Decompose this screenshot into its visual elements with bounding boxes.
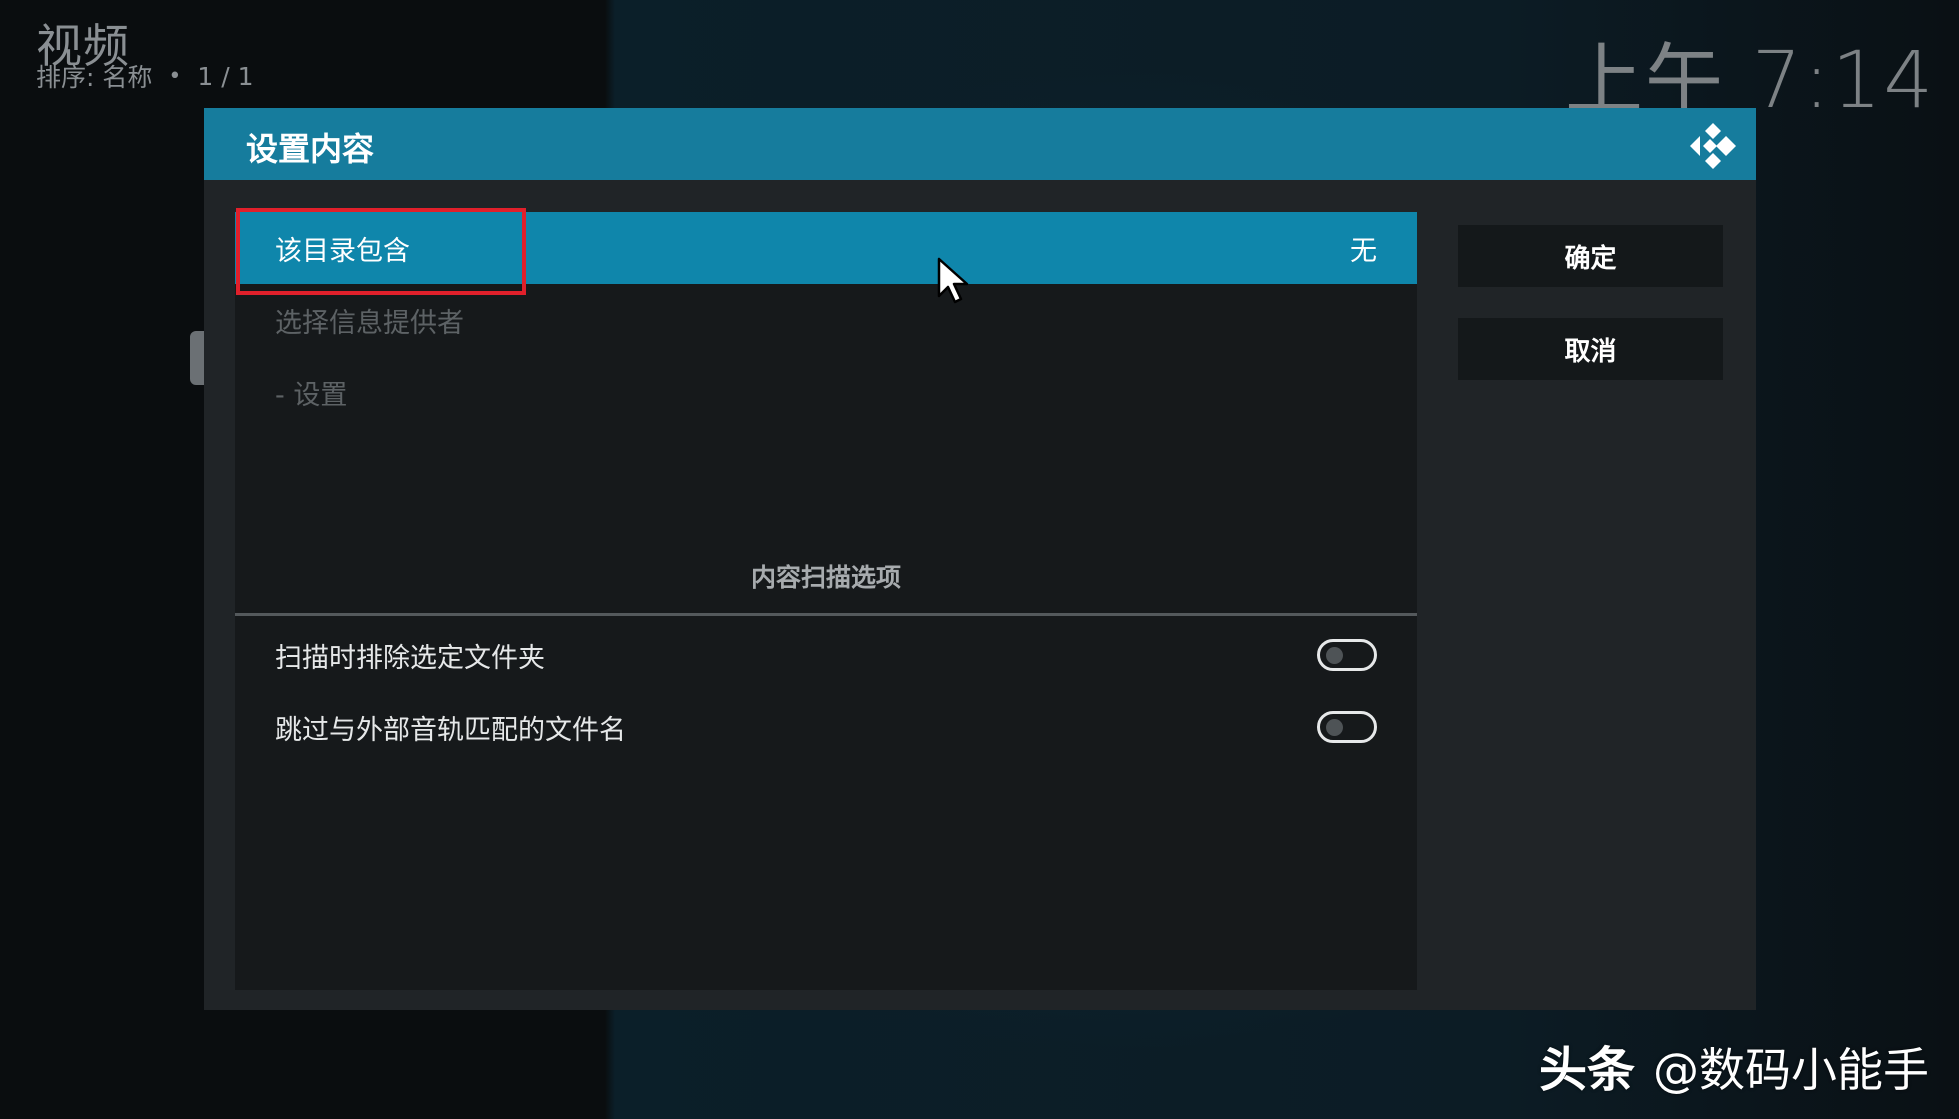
dialog-header: 设置内容 [204,108,1756,180]
row-exclude-folders[interactable]: 扫描时排除选定文件夹 [235,619,1417,691]
toggle-knob [1326,719,1343,736]
row-value: 无 [1350,235,1377,267]
row-label: 跳过与外部音轨匹配的文件名 [275,714,626,746]
cancel-button[interactable]: 取消 [1458,318,1723,380]
ok-button[interactable]: 确定 [1458,225,1723,287]
toggle-knob [1326,647,1343,664]
kodi-logo-icon [1690,123,1736,169]
side-menu-handle[interactable] [190,331,204,385]
dialog-title: 设置内容 [246,130,375,168]
row-settings[interactable]: - 设置 [235,356,1417,428]
separator-dot: • [168,63,182,89]
sort-label: 排序: 名称 [36,63,153,92]
watermark-brand: 头条 [1538,1042,1635,1098]
section-divider [235,613,1417,616]
annotation-highlight-box [236,208,526,295]
row-label: 扫描时排除选定文件夹 [275,642,545,674]
mouse-pointer-icon [937,257,969,304]
section-heading-scan-options: 内容扫描选项 [750,563,901,592]
row-skip-audio-names[interactable]: 跳过与外部音轨匹配的文件名 [235,691,1417,763]
watermark: 头条 @数码小能手 [1539,1030,1929,1100]
page-indicator: 1 / 1 [197,61,254,91]
sort-info: 排序: 名称 • 1 / 1 [36,58,254,94]
row-label: 选择信息提供者 [275,307,464,339]
watermark-handle: @数码小能手 [1653,1043,1929,1097]
settings-list: 该目录包含 无 选择信息提供者 - 设置 内容扫描选项 扫描时排除选定文件夹 跳… [235,212,1417,990]
row-label: - 设置 [275,379,348,411]
exclude-folders-toggle[interactable] [1317,639,1377,671]
skip-audio-names-toggle[interactable] [1317,711,1377,743]
